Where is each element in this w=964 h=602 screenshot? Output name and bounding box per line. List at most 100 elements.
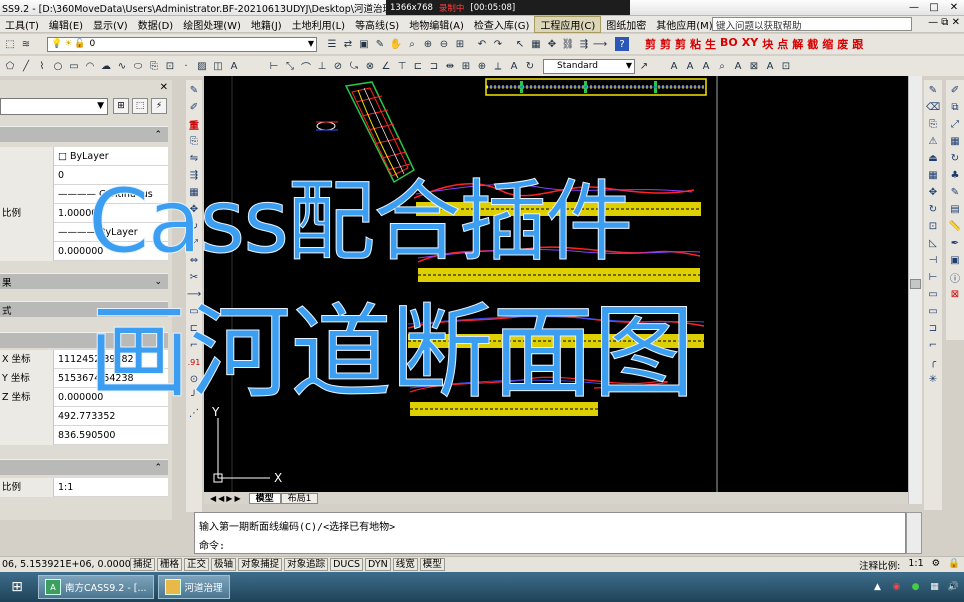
tool-block[interactable]: 块 bbox=[760, 36, 775, 52]
info-icon[interactable]: ⓘ bbox=[948, 270, 962, 285]
extend-icon[interactable]: ⟶ bbox=[187, 287, 201, 302]
explode-icon[interactable]: ⋰ bbox=[187, 406, 201, 421]
break-icon[interactable]: ▭ bbox=[187, 304, 201, 319]
trim-icon[interactable]: ✂ bbox=[187, 270, 201, 285]
dim-baseline-icon[interactable]: ⊏ bbox=[411, 59, 425, 73]
chamfer-icon[interactable]: ⌐ bbox=[187, 338, 201, 353]
mtext-icon[interactable]: A bbox=[227, 59, 241, 73]
prop-row[interactable]: □ ByLayer bbox=[0, 147, 168, 166]
menu-edit[interactable]: 编辑(E) bbox=[44, 17, 88, 32]
menu-check-import[interactable]: 检查入库(G) bbox=[469, 17, 535, 32]
scroll-thumb[interactable] bbox=[910, 279, 921, 289]
erase-icon[interactable]: ✎ bbox=[187, 83, 201, 98]
offset-icon[interactable]: ⏏ bbox=[926, 151, 940, 166]
dim-edit-icon[interactable]: ⟂ bbox=[491, 59, 505, 73]
rotate-icon[interactable]: ↻ bbox=[926, 202, 940, 217]
zoom-realtime-icon[interactable]: ⌕ bbox=[405, 37, 419, 51]
fillet-icon[interactable]: ╯ bbox=[187, 389, 201, 404]
hatch-icon[interactable]: ▨ bbox=[195, 59, 209, 73]
toggle-ducs[interactable]: DUCS bbox=[330, 558, 364, 571]
tool-point[interactable]: 点 bbox=[775, 36, 790, 52]
layer-prev-icon[interactable]: ☰ bbox=[325, 37, 339, 51]
calc-icon[interactable]: ▦ bbox=[529, 37, 543, 51]
menu-cadastre[interactable]: 地籍(J) bbox=[246, 17, 287, 32]
mirror-icon[interactable]: ⚠ bbox=[926, 134, 940, 149]
layer-manager-icon[interactable]: ⬚ bbox=[3, 37, 17, 51]
tool-intercept[interactable]: 截 bbox=[805, 36, 820, 52]
center-mark-icon[interactable]: ⊕ bbox=[475, 59, 489, 73]
prop-row[interactable]: 0.000000 bbox=[0, 242, 168, 261]
array-icon[interactable]: ▦ bbox=[926, 168, 940, 183]
command-window[interactable]: 输入第一期断面线编码(C)/<选择已有地物> 命令: bbox=[194, 512, 906, 554]
tab-model[interactable]: 模型 bbox=[248, 492, 281, 504]
grid-icon[interactable]: ▦ bbox=[948, 134, 962, 149]
tray-arrow-icon[interactable]: ▲ bbox=[871, 581, 884, 594]
undo-icon[interactable]: ↶ bbox=[475, 37, 489, 51]
prop-row[interactable]: 0 bbox=[0, 166, 168, 185]
array-icon[interactable]: ▦ bbox=[187, 185, 201, 200]
revcloud-icon[interactable]: ☁ bbox=[99, 59, 113, 73]
view-icon[interactable]: ▣ bbox=[948, 253, 962, 268]
elevation-icon[interactable]: .91 bbox=[187, 355, 201, 370]
toggle-model[interactable]: 模型 bbox=[419, 558, 445, 571]
zoom-window-icon[interactable]: ⊕ bbox=[421, 37, 435, 51]
tool-cut-1[interactable]: 剪 bbox=[643, 36, 658, 52]
prop-row-width[interactable]: 836.590500 bbox=[0, 426, 168, 445]
ellipse-icon[interactable]: ⬭ bbox=[131, 59, 145, 73]
prop-row[interactable]: ———— Continuous bbox=[0, 185, 168, 204]
command-scrollbar[interactable] bbox=[906, 512, 922, 554]
line-icon[interactable]: ╱ bbox=[19, 59, 33, 73]
tolerance-icon[interactable]: ⊞ bbox=[459, 59, 473, 73]
maximize-button[interactable]: □ bbox=[924, 0, 944, 15]
move-icon[interactable]: ✥ bbox=[187, 202, 201, 217]
break-icon[interactable]: ▭ bbox=[926, 304, 940, 319]
rotate-icon[interactable]: ↻ bbox=[187, 219, 201, 234]
toggle-snap[interactable]: 捕捉 bbox=[130, 558, 156, 571]
menu-contour[interactable]: 等高线(S) bbox=[350, 17, 404, 32]
pencil-icon[interactable]: ✐ bbox=[187, 100, 201, 115]
move-icon[interactable]: ✥ bbox=[926, 185, 940, 200]
menu-data[interactable]: 数据(D) bbox=[133, 17, 179, 32]
help-search-input[interactable]: 键入问题以获取帮助 bbox=[712, 17, 912, 32]
menu-feature-edit[interactable]: 地物编辑(A) bbox=[404, 17, 469, 32]
justify-text-icon[interactable]: A bbox=[763, 59, 777, 73]
tab-nav-arrows[interactable]: ◀◀▶▶ bbox=[204, 494, 249, 503]
chamfer-icon[interactable]: ⌐ bbox=[926, 338, 940, 353]
dim-ordinate-icon[interactable]: ⊥ bbox=[315, 59, 329, 73]
dim-text-edit-icon[interactable]: A bbox=[507, 59, 521, 73]
dim-update-icon[interactable]: ↻ bbox=[523, 59, 537, 73]
drawing-canvas[interactable]: Y X bbox=[204, 76, 908, 492]
text-single-icon[interactable]: A bbox=[683, 59, 697, 73]
tool-paste[interactable]: 粘 bbox=[688, 36, 703, 52]
toggle-dyn[interactable]: DYN bbox=[365, 558, 391, 571]
tray-network-icon[interactable]: ▦ bbox=[928, 581, 941, 594]
prop-row-z[interactable]: Z 坐标 0.000000 bbox=[0, 388, 168, 407]
prop-row-scale[interactable]: 比例 1:1 bbox=[0, 478, 168, 497]
arc-icon[interactable]: ◠ bbox=[83, 59, 97, 73]
lock-icon[interactable]: 🔒 bbox=[948, 558, 960, 572]
dim-jogged-icon[interactable]: ⤿ bbox=[347, 59, 361, 73]
text-style-combo[interactable]: Standard ▼ bbox=[543, 58, 635, 74]
stretch-icon[interactable]: ⇔ bbox=[187, 253, 201, 268]
tool-discard[interactable]: 废 bbox=[835, 36, 850, 52]
pen2-icon[interactable]: ✒ bbox=[948, 236, 962, 251]
toggle-ortho[interactable]: 正交 bbox=[184, 558, 210, 571]
pencil-icon[interactable]: ✎ bbox=[373, 37, 387, 51]
layer-state-icon[interactable]: ≋ bbox=[19, 37, 33, 51]
tool-cut-2[interactable]: 剪 bbox=[658, 36, 673, 52]
mirror-icon[interactable]: ⇋ bbox=[187, 151, 201, 166]
refresh-icon[interactable]: ↻ bbox=[948, 151, 962, 166]
prop-row[interactable]: ———— ByLayer bbox=[0, 223, 168, 242]
menu-engineering[interactable]: 工程应用(C) bbox=[534, 15, 602, 33]
section-general[interactable]: ⌃ bbox=[0, 126, 168, 142]
extend-icon[interactable]: ⊢ bbox=[926, 270, 940, 285]
zoom-prev-icon[interactable]: ⊖ bbox=[437, 37, 451, 51]
tool-xy[interactable]: XY bbox=[740, 36, 760, 52]
tool-explode[interactable]: 解 bbox=[790, 36, 805, 52]
workspace-icon[interactable]: ⚙ bbox=[932, 558, 941, 572]
tool-follow[interactable]: 跟 bbox=[850, 36, 865, 52]
dim-linear-icon[interactable]: ⊢ bbox=[267, 59, 281, 73]
selection-combo[interactable]: ▼ bbox=[0, 98, 108, 115]
dim-angle-icon[interactable]: ∠ bbox=[379, 59, 393, 73]
pencil-icon[interactable]: ✎ bbox=[926, 83, 940, 98]
